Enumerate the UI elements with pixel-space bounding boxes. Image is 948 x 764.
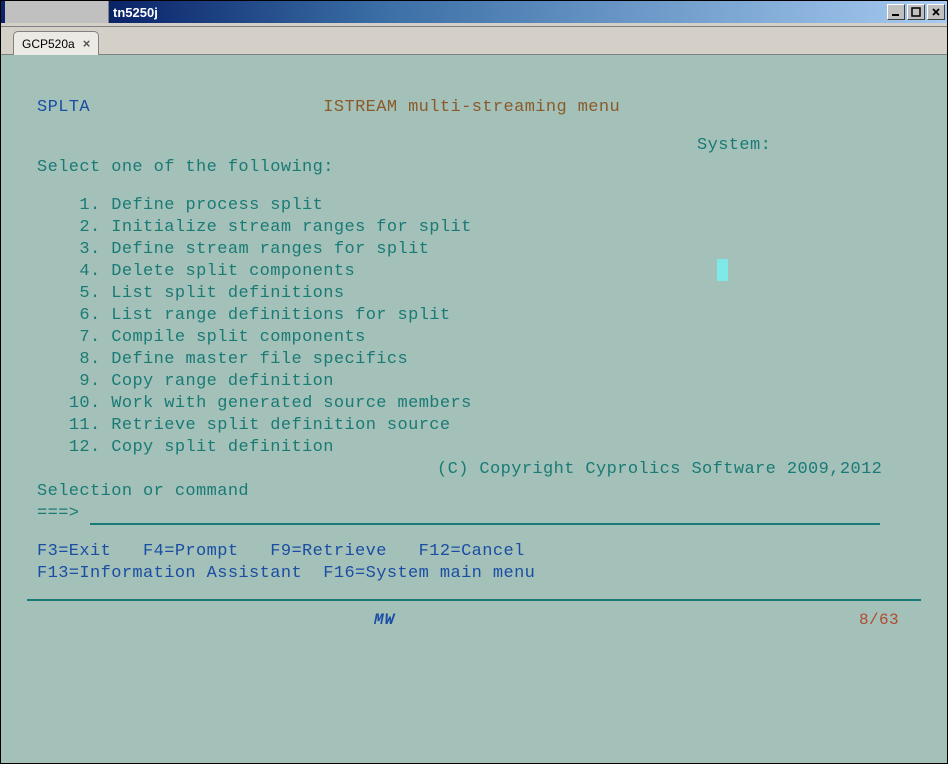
- close-icon: [931, 7, 941, 17]
- tab-strip: GCP520a ×: [1, 27, 947, 55]
- select-prompt: Select one of the following:: [9, 157, 939, 179]
- status-mode: MW: [374, 609, 395, 631]
- separator-line: [27, 599, 921, 601]
- menu-list: 1. Define process split 2. Initialize st…: [9, 195, 939, 459]
- titlebar: tn5250j: [1, 1, 947, 23]
- minimize-button[interactable]: [887, 4, 905, 20]
- menu-item: 4. Delete split components: [9, 261, 939, 283]
- menu-item: 5. List split definitions: [9, 283, 939, 305]
- menu-item: 10. Work with generated source members: [9, 393, 939, 415]
- titlebar-icon-area: [5, 1, 109, 23]
- text-cursor: [717, 259, 728, 281]
- header-row: SPLTA ISTREAM multi-streaming menu: [9, 97, 939, 119]
- window-controls: [887, 4, 945, 20]
- close-button[interactable]: [927, 4, 945, 20]
- status-position: 8/63: [859, 609, 899, 631]
- tab-close-icon[interactable]: ×: [83, 36, 91, 51]
- tab-session[interactable]: GCP520a ×: [13, 31, 99, 55]
- menu-item: 9. Copy range definition: [9, 371, 939, 393]
- system-label: System:: [697, 135, 771, 157]
- maximize-button[interactable]: [907, 4, 925, 20]
- menu-item: 12. Copy split definition: [9, 437, 939, 459]
- terminal-screen[interactable]: SPLTA ISTREAM multi-streaming menu Syste…: [9, 65, 939, 755]
- menu-item: 11. Retrieve split definition source: [9, 415, 939, 437]
- fkeys-line1: F3=Exit F4=Prompt F9=Retrieve F12=Cancel: [9, 541, 939, 563]
- window-title: tn5250j: [113, 5, 887, 20]
- fkeys-line2: F13=Information Assistant F16=System mai…: [9, 563, 939, 585]
- status-bar: MW 8/63: [9, 605, 939, 635]
- tab-label: GCP520a: [22, 37, 75, 51]
- selection-label: Selection or command: [9, 481, 939, 503]
- menu-item: 8. Define master file specifics: [9, 349, 939, 371]
- command-input[interactable]: [90, 507, 880, 525]
- menu-item: 2. Initialize stream ranges for split: [9, 217, 939, 239]
- copyright-text: (C) Copyright Cyprolics Software 2009,20…: [437, 459, 882, 481]
- copyright-row: (C) Copyright Cyprolics Software 2009,20…: [9, 459, 939, 481]
- menu-item: 7. Compile split components: [9, 327, 939, 349]
- command-line[interactable]: ===>: [9, 503, 939, 525]
- menu-item: 1. Define process split: [9, 195, 939, 217]
- minimize-icon: [891, 7, 901, 17]
- menu-item: 3. Define stream ranges for split: [9, 239, 939, 261]
- page-title: ISTREAM multi-streaming menu: [323, 98, 620, 117]
- maximize-icon: [911, 7, 921, 17]
- app-window: tn5250j GCP520a × SPLTA ISTREAM mu: [0, 0, 948, 764]
- system-row: System:: [9, 135, 939, 157]
- program-name: SPLTA: [37, 98, 90, 117]
- menu-item: 6. List range definitions for split: [9, 305, 939, 327]
- terminal-area: SPLTA ISTREAM multi-streaming menu Syste…: [1, 55, 947, 763]
